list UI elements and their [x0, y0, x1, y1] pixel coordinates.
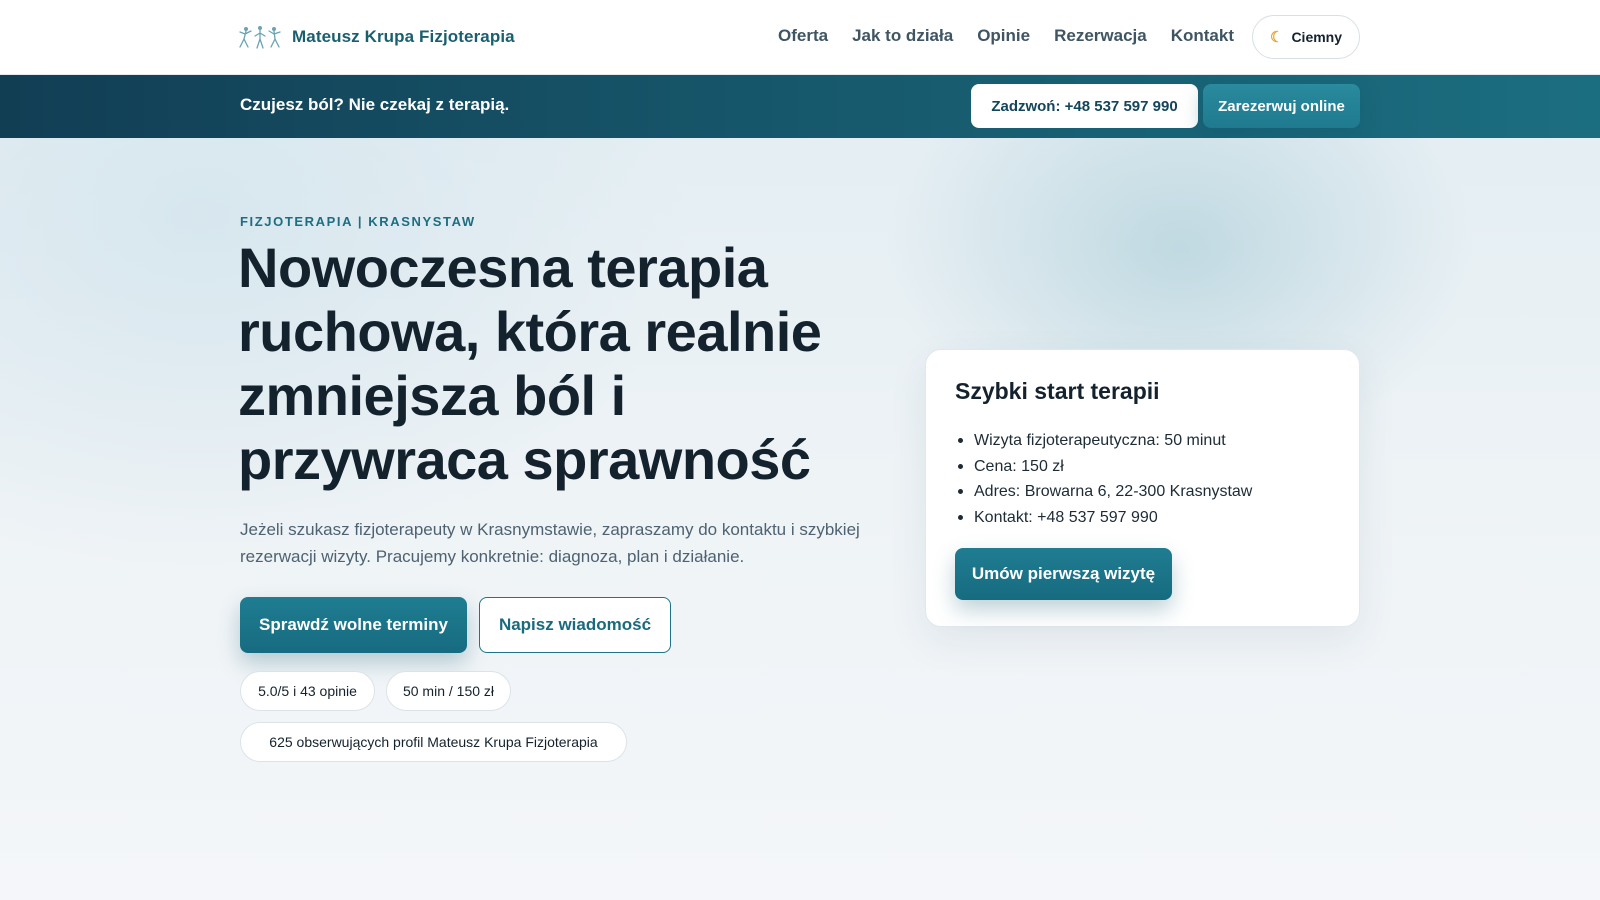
bullet-icon — [958, 438, 963, 444]
main-nav: Oferta Jak to działa Opinie Rezerwacja K… — [778, 24, 1234, 48]
quick-start-card: Szybki start terapii Wizyta fizjoterapeu… — [925, 349, 1360, 627]
moon-icon: ☾ — [1269, 29, 1284, 46]
promo-text: Czujesz ból? Nie czekaj z terapią. — [240, 95, 510, 114]
rating-badge: 5.0/5 i 43 opinie — [240, 671, 375, 711]
physiotherapy-figure-icon — [239, 26, 281, 49]
theme-toggle-button[interactable]: ☾ Ciemny — [1252, 15, 1360, 59]
promo-strip: Czujesz ból? Nie czekaj z terapią. Zadzw… — [0, 75, 1600, 138]
list-item-text: Cena: 150 zł — [974, 457, 1064, 475]
list-item-text: Wizyta fizjoterapeutyczna: 50 minut — [974, 432, 1226, 449]
price-badge: 50 min / 150 zł — [386, 671, 511, 711]
site-header: Mateusz Krupa Fizjoterapia Oferta Jak to… — [0, 0, 1600, 75]
bullet-icon — [958, 514, 963, 520]
hero-section: FIZJOTERAPIA | KRASNYSTAW Nowoczesna ter… — [0, 138, 1600, 900]
card-title: Szybki start terapii — [955, 378, 1160, 404]
nav-item-oferta[interactable]: Oferta — [778, 24, 828, 48]
book-online-button[interactable]: Zarezerwuj online — [1203, 84, 1360, 128]
brand-name: Mateusz Krupa Fizjoterapia — [292, 27, 515, 46]
bullet-icon — [958, 489, 963, 495]
followers-badge: 625 obserwujących profil Mateusz Krupa F… — [240, 722, 627, 762]
brand-logo-link[interactable]: Mateusz Krupa Fizjoterapia — [238, 22, 515, 52]
hero-eyebrow: FIZJOTERAPIA | KRASNYSTAW — [240, 214, 476, 229]
page-title: Nowoczesna terapia ruchowa, która realni… — [238, 236, 822, 491]
card-info-list: Wizyta fizjoterapeutyczna: 50 minut Cena… — [955, 428, 1252, 530]
bullet-icon — [958, 463, 963, 469]
nav-item-opinie[interactable]: Opinie — [977, 24, 1030, 48]
write-message-button[interactable]: Napisz wiadomość — [479, 597, 671, 653]
list-item-text: Kontakt: +48 537 597 990 — [974, 508, 1158, 526]
list-item: Kontakt: +48 537 597 990 — [955, 505, 1252, 531]
theme-toggle-label: Ciemny — [1291, 29, 1343, 45]
nav-item-kontakt[interactable]: Kontakt — [1171, 24, 1234, 48]
check-availability-button[interactable]: Sprawdź wolne terminy — [240, 597, 467, 653]
call-button[interactable]: Zadzwoń: +48 537 597 990 — [971, 84, 1198, 128]
nav-item-jak-to-dziala[interactable]: Jak to działa — [852, 24, 953, 48]
list-item: Adres: Browarna 6, 22-300 Krasnystaw — [955, 479, 1252, 505]
list-item: Wizyta fizjoterapeutyczna: 50 minut — [955, 428, 1252, 454]
nav-item-rezerwacja[interactable]: Rezerwacja — [1054, 24, 1147, 48]
list-item: Cena: 150 zł — [955, 454, 1252, 480]
hero-lead: Jeżeli szukasz fizjoterapeuty w Krasnyms… — [240, 520, 860, 566]
list-item-text: Adres: Browarna 6, 22-300 Krasnystaw — [974, 483, 1253, 500]
book-first-visit-button[interactable]: Umów pierwszą wizytę — [955, 548, 1172, 600]
